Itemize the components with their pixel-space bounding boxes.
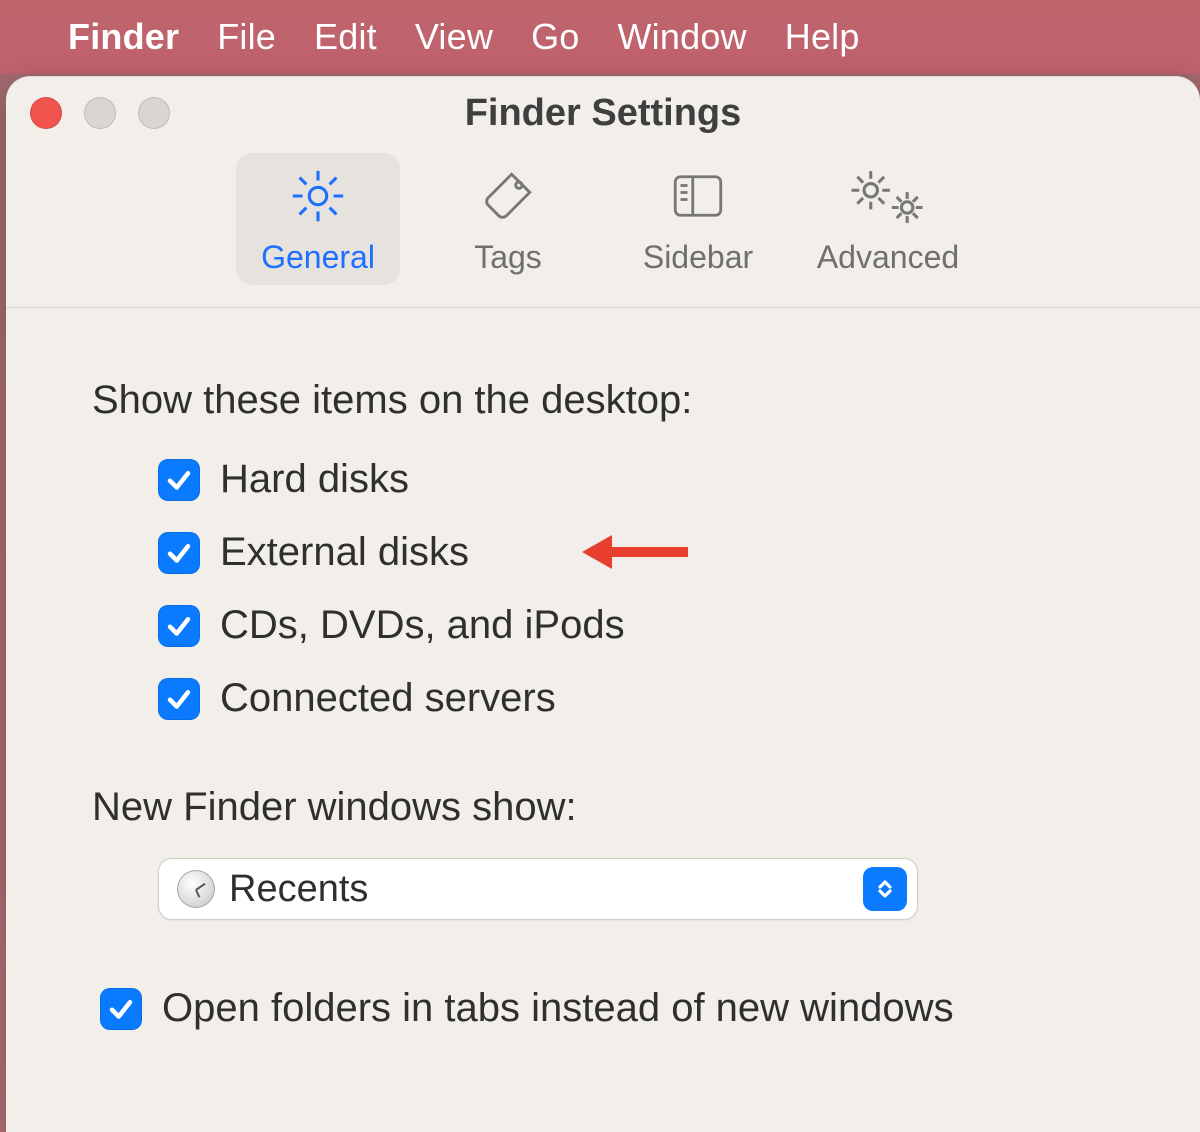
menubar: Finder File Edit View Go Window Help xyxy=(0,0,1200,74)
tab-label: General xyxy=(261,239,375,276)
tab-tags[interactable]: Tags xyxy=(426,153,590,285)
new-window-popup[interactable]: Recents xyxy=(158,858,918,920)
menubar-item-file[interactable]: File xyxy=(217,16,276,58)
menubar-item-view[interactable]: View xyxy=(415,16,493,58)
gears-icon xyxy=(840,163,936,229)
tab-general[interactable]: General xyxy=(236,153,400,285)
checkbox-cds-dvds-ipods[interactable] xyxy=(158,605,200,647)
tab-sidebar[interactable]: Sidebar xyxy=(616,153,780,285)
menubar-item-edit[interactable]: Edit xyxy=(314,16,377,58)
annotation-arrow-icon xyxy=(578,532,688,582)
checkbox-external-disks[interactable] xyxy=(158,532,200,574)
tab-label: Sidebar xyxy=(643,239,753,276)
checkbox-row-cds-dvds-ipods: CDs, DVDs, and iPods xyxy=(158,603,1140,648)
menubar-item-help[interactable]: Help xyxy=(785,16,860,58)
tag-icon xyxy=(475,163,541,229)
menubar-app[interactable]: Finder xyxy=(68,16,179,58)
checkbox-label: Open folders in tabs instead of new wind… xyxy=(162,986,954,1031)
checkbox-label: External disks xyxy=(220,530,469,575)
checkbox-label: Hard disks xyxy=(220,457,409,502)
checkbox-hard-disks[interactable] xyxy=(158,459,200,501)
content: Show these items on the desktop: Hard di… xyxy=(6,308,1200,1051)
new-window-heading: New Finder windows show: xyxy=(92,785,1140,830)
popup-indicator-icon xyxy=(863,867,907,911)
titlebar: Finder Settings xyxy=(6,77,1200,149)
popup-selected-label: Recents xyxy=(229,868,849,911)
tab-advanced[interactable]: Advanced xyxy=(806,153,970,285)
close-window-button[interactable] xyxy=(30,97,62,129)
tab-label: Tags xyxy=(474,239,542,276)
sidebar-icon xyxy=(665,163,731,229)
checkbox-row-external-disks: External disks xyxy=(158,530,1140,575)
checkbox-connected-servers[interactable] xyxy=(158,678,200,720)
checkbox-row-hard-disks: Hard disks xyxy=(158,457,1140,502)
recents-icon xyxy=(177,870,215,908)
menubar-item-go[interactable]: Go xyxy=(531,16,579,58)
open-in-tabs-row: Open folders in tabs instead of new wind… xyxy=(92,986,1140,1031)
checkbox-row-connected-servers: Connected servers xyxy=(158,676,1140,721)
desktop-items-heading: Show these items on the desktop: xyxy=(92,378,1140,423)
desktop-items-list: Hard disks External disks CDs, DVDs, and… xyxy=(158,457,1140,721)
checkbox-open-in-tabs[interactable] xyxy=(100,988,142,1030)
gear-icon xyxy=(285,163,351,229)
menubar-item-window[interactable]: Window xyxy=(618,16,747,58)
tab-label: Advanced xyxy=(817,239,959,276)
checkbox-label: Connected servers xyxy=(220,676,556,721)
settings-window: Finder Settings General Tags xyxy=(6,76,1200,1132)
window-title: Finder Settings xyxy=(465,92,742,135)
minimize-window-button[interactable] xyxy=(84,97,116,129)
zoom-window-button[interactable] xyxy=(138,97,170,129)
traffic-lights xyxy=(30,97,170,129)
checkbox-label: CDs, DVDs, and iPods xyxy=(220,603,625,648)
toolbar: General Tags Sidebar xyxy=(6,149,1200,308)
